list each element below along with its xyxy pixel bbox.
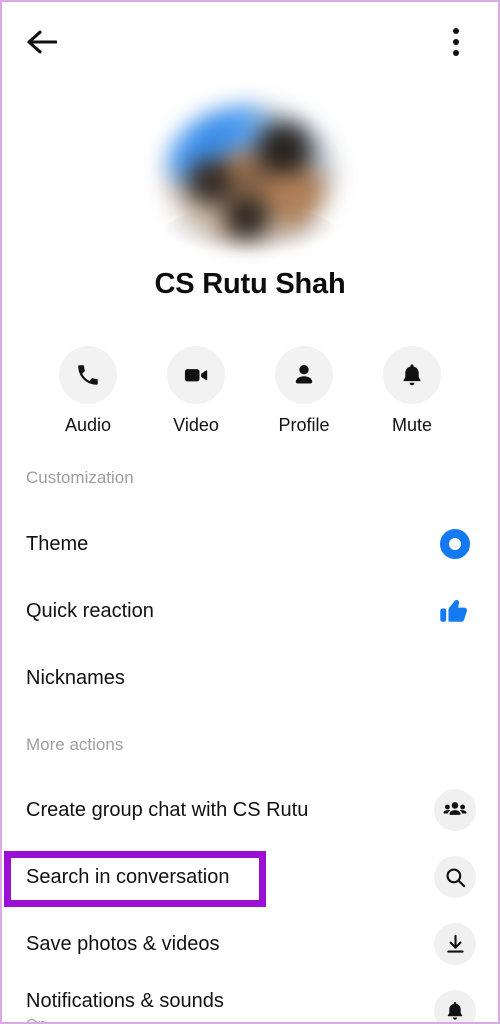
- list-item-theme[interactable]: Theme: [2, 515, 498, 573]
- overflow-menu-button[interactable]: [436, 18, 476, 66]
- list-item-save-photos-videos-icon[interactable]: [434, 923, 476, 965]
- list-item-nicknames-text: Nicknames: [26, 666, 125, 689]
- quick-action-mute-label: Mute: [391, 415, 433, 435]
- search-icon: [445, 867, 465, 887]
- phone-icon: [78, 365, 98, 385]
- list-item-save-photos-videos-text: Save photos & videos: [26, 932, 220, 955]
- list-item-search-in-conversation-text: Search in conversation: [26, 865, 230, 888]
- quick-action-video[interactable]: Video: [167, 346, 225, 436]
- thumbs-up-icon: [440, 599, 468, 622]
- bell-icon: [447, 1002, 463, 1020]
- download-icon: [446, 934, 464, 953]
- person-icon: [295, 365, 313, 384]
- blue-circle-swatch-icon: [434, 523, 476, 565]
- page-title: CS Rutu Shah: [154, 268, 346, 300]
- more-vertical-icon: [453, 39, 459, 45]
- avatar[interactable]: [165, 105, 335, 253]
- list-item-create-group-chat[interactable]: Create group chat with CS Rutu: [2, 781, 498, 839]
- quick-action-profile[interactable]: Profile: [275, 346, 333, 436]
- quick-action-audio-circle: [59, 346, 117, 404]
- top-app-bar: [2, 2, 498, 78]
- quick-action-mute[interactable]: Mute: [383, 346, 441, 436]
- list-item-search-in-conversation-icon[interactable]: [434, 856, 476, 898]
- section-header-more-actions: More actions: [26, 735, 124, 754]
- list-item-notifications-sounds-status: On: [26, 1015, 47, 1024]
- avatar-image-blurred: [165, 105, 335, 243]
- list-item-nicknames[interactable]: Nicknames: [2, 649, 498, 707]
- list-item-create-group-chat-text: Create group chat with CS Rutu: [26, 798, 309, 821]
- more-vertical-icon: [453, 28, 459, 34]
- quick-actions-row: Audio Video Profile Mute: [2, 346, 498, 436]
- list-item-search-in-conversation[interactable]: Search in conversation: [2, 848, 498, 906]
- quick-action-profile-label: Profile: [278, 415, 330, 435]
- section-header-customization: Customization: [26, 468, 134, 487]
- list-item-quick-reaction-text: Quick reaction: [26, 599, 154, 622]
- back-button[interactable]: [20, 20, 64, 64]
- bell-icon: [403, 364, 421, 386]
- arrow-left-icon: [27, 30, 57, 54]
- quick-action-mute-circle: [383, 346, 441, 404]
- list-item-notifications-sounds-text: Notifications & sounds On: [26, 990, 434, 1024]
- list-item-notifications-sounds-icon[interactable]: [434, 990, 476, 1022]
- quick-action-video-circle: [167, 346, 225, 404]
- list-item-create-group-chat-icon[interactable]: [434, 789, 476, 831]
- chat-details-screen: CS Rutu Shah Audio Video Profile Mute Cu…: [0, 0, 500, 1024]
- quick-action-video-label: Video: [173, 415, 219, 435]
- list-item-theme-text: Theme: [26, 532, 89, 555]
- video-camera-icon: [184, 369, 208, 382]
- list-item-quick-reaction[interactable]: Quick reaction: [2, 582, 498, 640]
- quick-action-profile-circle: [275, 346, 333, 404]
- more-vertical-icon: [453, 50, 459, 56]
- list-item-save-photos-videos[interactable]: Save photos & videos: [2, 915, 498, 973]
- quick-action-audio-label: Audio: [64, 415, 112, 435]
- group-people-icon: [443, 802, 467, 815]
- quick-action-audio[interactable]: Audio: [59, 346, 117, 436]
- list-item-quick-reaction-icon[interactable]: [434, 590, 476, 632]
- list-item-notifications-sounds[interactable]: Notifications & sounds On: [2, 982, 498, 1024]
- list-item-theme-icon[interactable]: [434, 523, 476, 565]
